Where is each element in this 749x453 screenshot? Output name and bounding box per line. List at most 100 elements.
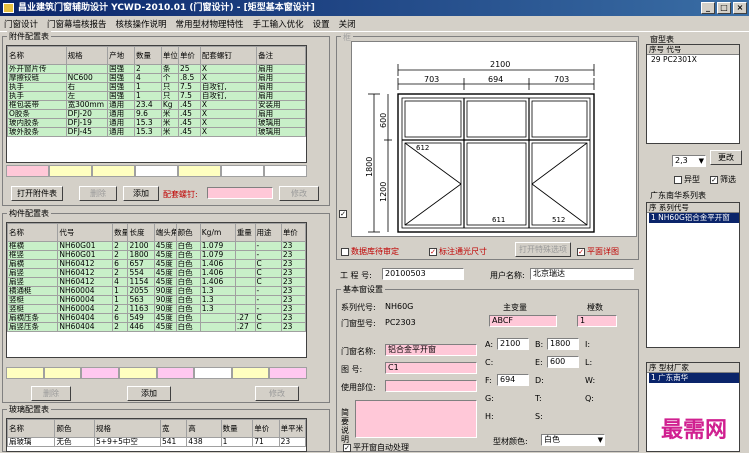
table-row[interactable]: 扇竖压条 NH60404 2 446 45度 白色 .27 C 23 <box>7 322 306 332</box>
menu-item-help[interactable]: 核核操作说明 <box>116 18 167 30</box>
fittings-header-cell[interactable]: 单位 <box>160 46 179 65</box>
menu-item-report[interactable]: 门窗幕墙核报告 <box>47 18 107 30</box>
fittings-header-cell[interactable]: 备注 <box>256 46 306 65</box>
table-row[interactable]: 竖梃 NH60004 1 563 90度 白色 1.3 -23 <box>7 295 306 305</box>
window-name-input[interactable]: 铝合金平开窗 <box>385 344 477 356</box>
members-header-cell[interactable]: 重量 <box>234 223 256 242</box>
list-item[interactable]: 1 广东南华 <box>649 373 739 383</box>
var-input[interactable] <box>597 338 629 350</box>
var-input[interactable] <box>547 410 579 422</box>
menu-item-physics[interactable]: 常用型材物理特性 <box>176 18 244 30</box>
main-var-input[interactable]: ABCF <box>489 315 557 327</box>
glass-header-cell[interactable]: 颜色 <box>54 419 96 438</box>
fittings-header-cell[interactable]: 规格 <box>65 46 109 65</box>
table-row[interactable]: 横通梃 NH60004 1 2055 90度 白色 1.3 -23 <box>7 286 306 296</box>
glass-grid[interactable]: 名称 颜色 规格宽高数量 单价 单平米 扇玻璃 无色 5+9+5中空 541 438 1 71 23 <box>6 418 307 452</box>
window-drawing[interactable]: 2100 703 694 703 1800 600 1200 612 611 5… <box>351 41 637 237</box>
profile-color-select[interactable]: 白色 ▼ <box>541 434 605 446</box>
var-input[interactable] <box>597 356 629 368</box>
members-header-cell[interactable]: 端头角 <box>153 223 177 242</box>
filter-checkbox[interactable]: ✓ 筛选 <box>710 174 736 185</box>
project-no-input[interactable]: 20100503 <box>382 268 464 280</box>
type-list[interactable]: 序号 代号 29 PC2301X30 PC2301Y31 PC2301Z32 P… <box>646 44 740 144</box>
glass-header-cell[interactable]: 高 <box>186 419 222 438</box>
glass-header-cell[interactable]: 数量 <box>220 419 254 438</box>
var-input[interactable] <box>497 392 529 404</box>
figure-no-input[interactable]: C1 <box>385 362 477 374</box>
menu-item-close[interactable]: 关闭 <box>339 18 356 30</box>
glass-header-cell[interactable]: 单平米 <box>278 419 306 438</box>
fittings-grid[interactable]: 名称 规格 产地 数量 单位 单价 配套螺钉 备注 外开窗片传 国强 2 条 25 X 扇用 摩擦铰链 NC60… <box>6 45 307 163</box>
change-button[interactable]: 更改 <box>710 150 742 165</box>
scale-select[interactable]: 2,3 ▼ <box>672 155 706 167</box>
table-row[interactable]: 玻内胶条 DFJ-19 通用 15.3 米 .45 X 玻璃用 <box>7 118 306 128</box>
members-header-cell[interactable]: 名称 <box>7 223 59 242</box>
table-row[interactable]: 扇竖 NH60412 4 1154 45度 白色 1.406 C 23 <box>7 277 306 287</box>
members-header-cell[interactable]: 用途 <box>254 223 282 242</box>
members-delete-button[interactable]: 删除 <box>31 386 71 401</box>
table-row[interactable]: 玻外胶条 DFJ-45 通用 15.3 米 .45 X 玻璃用 <box>7 127 306 137</box>
var-input[interactable]: 600 <box>547 356 579 368</box>
table-row[interactable]: 框包装带 宽300mm 通用 23.4 Kg .45 X 安装用 <box>7 100 306 110</box>
members-header-cell[interactable]: Kg/m <box>199 223 236 242</box>
table-row[interactable]: 框横 NH60G01 2 2100 45度 白色 1.079 -23 <box>7 241 306 251</box>
fittings-header-cell[interactable]: 配套螺钉 <box>199 46 258 65</box>
members-header-cell[interactable]: 单价 <box>280 223 306 242</box>
table-row[interactable]: 摩擦铰链 NC600 国强 4 个 .8.5 X 扇用 <box>7 73 306 83</box>
minimize-button[interactable]: _ <box>701 2 715 14</box>
fittings-header-cell[interactable]: 名称 <box>7 46 67 65</box>
open-fittings-button[interactable]: 打开附件表 <box>11 186 63 201</box>
var-input[interactable]: 2100 <box>497 338 529 350</box>
members-header-cell[interactable]: 代号 <box>57 223 114 242</box>
glass-header-cell[interactable]: 单价 <box>252 419 280 438</box>
close-button[interactable]: × <box>733 2 747 14</box>
fittings-add-button[interactable]: 添加 <box>123 186 159 201</box>
table-row[interactable]: 外开窗片传 国强 2 条 25 X 扇用 <box>7 64 306 74</box>
fittings-input-strip[interactable] <box>6 165 307 177</box>
table-row[interactable]: O胶条 DFJ-20 通用 9.6 米 .45 X 扇用 <box>7 109 306 119</box>
db-audit-checkbox[interactable]: 数据库待审定 <box>341 246 399 257</box>
special-shape-checkbox[interactable]: 异型 <box>674 174 700 185</box>
table-row[interactable]: 扇玻璃 无色 5+9+5中空 541 438 1 71 23 <box>7 437 306 447</box>
var-input[interactable] <box>547 392 579 404</box>
members-input-strip[interactable] <box>6 367 307 379</box>
table-row[interactable]: 执手左国强 1 只 7.5 自攻钉, 扇用 <box>7 91 306 101</box>
var-input[interactable] <box>497 410 529 422</box>
menu-item-manual[interactable]: 手工输入优化 <box>253 18 304 30</box>
use-location-input[interactable] <box>385 380 477 392</box>
note-input[interactable] <box>355 400 477 438</box>
open-options-button[interactable]: 打开特殊选项 <box>515 242 571 257</box>
table-row[interactable]: 扇横压条 NH60404 6 549 45度 白色 .27 C 23 <box>7 313 306 323</box>
var-input[interactable]: 1800 <box>547 338 579 350</box>
menu-item-design[interactable]: 门窗设计 <box>4 18 38 30</box>
list-item[interactable]: 29 PC2301X <box>649 55 739 65</box>
members-header-cell[interactable]: 数量 <box>112 223 129 242</box>
glass-header-cell[interactable]: 规格 <box>94 419 161 438</box>
var-input[interactable] <box>597 374 629 386</box>
table-row[interactable]: 扇横 NH60412 6 657 45度 白色 1.406 C 23 <box>7 259 306 269</box>
plan-view-checkbox[interactable]: ✓ 平面详图 <box>577 246 619 257</box>
list-item[interactable]: 1 NH60G铝合金平开窗 <box>649 213 739 223</box>
table-row[interactable]: 框竖 NH60G01 2 1800 45度 白色 1.079 -23 <box>7 250 306 260</box>
glass-header-cell[interactable]: 宽 <box>159 419 188 438</box>
table-row[interactable]: 扇竖 NH60412 2 554 45度 白色 1.406 C 23 <box>7 268 306 278</box>
user-name-input[interactable]: 北京瑞达 <box>530 268 634 280</box>
fittings-header-cell[interactable]: 产地 <box>107 46 135 65</box>
members-add-button[interactable]: 添加 <box>127 386 171 401</box>
fittings-header-cell[interactable]: 单价 <box>177 46 201 65</box>
auto-process-checkbox[interactable]: ✓ 平开窗自动处理 <box>343 442 409 453</box>
screw-input[interactable] <box>207 187 273 199</box>
menu-item-settings[interactable]: 设置 <box>313 18 330 30</box>
var-input[interactable] <box>547 374 579 386</box>
fittings-delete-button[interactable]: 删除 <box>79 186 117 201</box>
mark-light-checkbox[interactable]: ✓ 标注通光尺寸 <box>429 246 487 257</box>
members-grid[interactable]: 名称 代号 数量 长度 端头角 颜色 Kg/m 重量 用途 单价 框横 NH60G01 2 2100 45度… <box>6 222 307 358</box>
count-input[interactable]: 1 <box>577 315 617 327</box>
var-input[interactable]: 694 <box>497 374 529 386</box>
members-edit-button[interactable]: 修改 <box>255 386 299 401</box>
var-input[interactable] <box>497 356 529 368</box>
fittings-header-cell[interactable]: 数量 <box>133 46 162 65</box>
var-input[interactable] <box>597 392 629 404</box>
series-list[interactable]: 序 系列代号 1 NH60G铝合金平开窗2 NH60G平开门3 NH52C铝合金… <box>646 202 740 348</box>
maximize-button[interactable]: □ <box>717 2 731 14</box>
